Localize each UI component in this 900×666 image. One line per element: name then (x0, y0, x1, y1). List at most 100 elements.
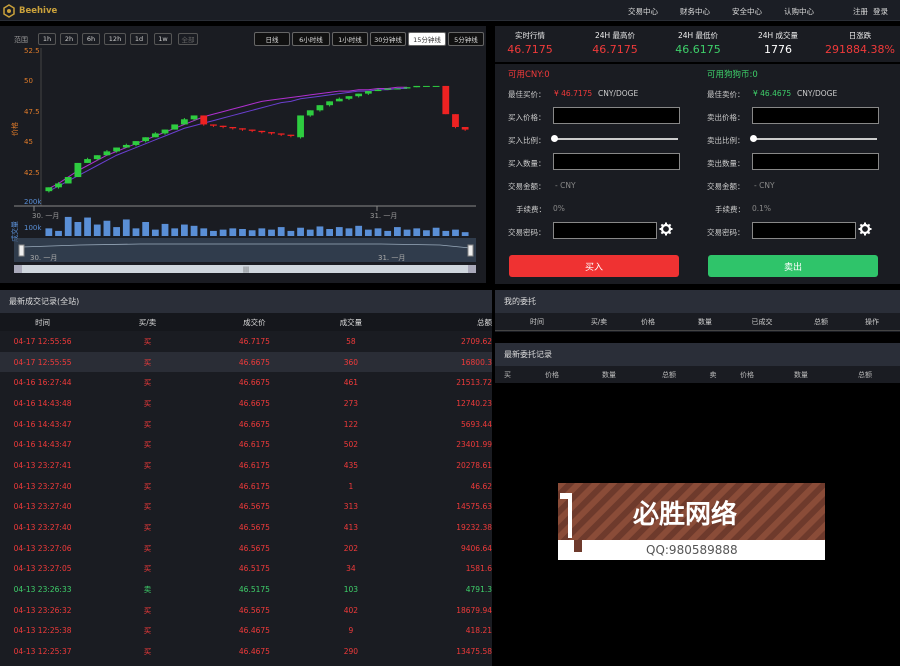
candle-body (219, 125, 227, 127)
volume-bar (287, 230, 295, 236)
col-header-volume: 成交量 (339, 317, 363, 327)
trade-time: 04-13 23:27:41 (13, 460, 72, 470)
trade-side: 买 (143, 605, 152, 615)
candle-body (306, 110, 314, 116)
sell-fee-label: 手续费： (715, 205, 745, 214)
trade-side: 买 (143, 523, 152, 533)
candle-body (74, 162, 82, 178)
ad-title: 必胜网络 (633, 499, 737, 530)
trade-time: 04-13 12:25:38 (13, 626, 72, 636)
trade-total: 4791.3 (465, 585, 492, 595)
volume-bar (403, 229, 411, 236)
volume-bar (326, 229, 334, 236)
recent-orders-panel: 最新委托记录 买 价格 数量 总额 卖 价格 数量 总额 (495, 343, 900, 383)
hexagon-logo-icon (3, 3, 15, 18)
buy-fee-label: 手续费： (516, 205, 546, 214)
buy-ratio-slider[interactable] (555, 138, 678, 140)
candle-body (45, 187, 53, 192)
volume-bar (258, 228, 266, 236)
y-axis-label: 价格 (10, 122, 19, 136)
trade-price: 46.4675 (238, 626, 270, 636)
trade-total: 14575.63 (456, 502, 492, 512)
candle-body (248, 129, 256, 131)
buy-ratio-slider-handle[interactable] (551, 135, 558, 142)
trade-price: 46.5175 (238, 564, 270, 574)
volume-bar (64, 216, 72, 236)
x-tick-label: 30. 一月 (32, 212, 59, 220)
gear-icon[interactable] (858, 222, 872, 236)
ad-banner[interactable]: 必胜网络 QQ:980589888 (558, 483, 825, 560)
trade-row: 04-13 23:27:40 买 46.6175 1 46.62 (0, 476, 492, 497)
trade-price: 46.6675 (238, 398, 270, 408)
trade-volume: 58 (346, 336, 356, 346)
market-ticker: 实时行情 46.7175 24H 最高价 46.7175 24H 最低价 46.… (495, 26, 900, 62)
moving-average-line (48, 88, 408, 192)
col-header-sell: 卖 (709, 371, 717, 379)
trade-volume: 313 (343, 502, 359, 512)
sell-price-input[interactable] (752, 107, 879, 124)
volume-bar (345, 228, 353, 236)
trade-row: 04-17 12:55:55 买 46.6675 360 16800.3 (0, 351, 492, 373)
moving-average-line (48, 86, 408, 190)
volume-bar (132, 228, 140, 236)
sell-total-label: 交易金额： (707, 182, 745, 191)
volume-bar (151, 229, 159, 236)
ticker-label: 24H 成交量 (757, 31, 799, 40)
ticker-item-24h-low: 24H 最低价 46.6175 (662, 30, 734, 56)
candle-body (258, 130, 266, 133)
candle-body (442, 85, 450, 115)
nav-link-security-center[interactable]: 安全中心 (732, 6, 762, 17)
candle-body (239, 128, 246, 130)
sell-button[interactable]: 卖出 (708, 255, 878, 277)
nav-link-trade-center[interactable]: 交易中心 (628, 6, 658, 17)
sell-amount-input[interactable] (752, 153, 879, 170)
ticker-value: 291884.38% (825, 43, 895, 56)
y-tick-label: 50 (24, 77, 33, 85)
volume-bar (142, 222, 150, 236)
buy-amount-input[interactable] (553, 153, 680, 170)
trade-row: 04-13 23:27:41 买 46.6175 435 20278.61 (0, 455, 492, 476)
volume-bar (297, 227, 304, 236)
trade-side: 买 (143, 502, 152, 512)
candle-body (142, 137, 150, 142)
trade-row: 04-13 23:26:33 卖 46.5175 103 4791.3 (0, 579, 492, 600)
buy-price-input[interactable] (553, 107, 680, 124)
nav-link-subscription-center[interactable]: 认购中心 (784, 6, 814, 17)
trade-total: 2709.62 (460, 336, 492, 346)
buy-password-label: 交易密码： (508, 228, 546, 237)
trade-side: 买 (143, 564, 152, 574)
trade-time: 04-16 14:43:47 (13, 440, 72, 450)
col-header-total: 总额 (477, 317, 492, 327)
col-header-total: 总额 (662, 371, 676, 379)
sell-ratio-slider-handle[interactable] (750, 135, 757, 142)
my-orders-panel: 我的委托 时间 买/卖 价格 数量 已成交 总额 操作 (495, 290, 900, 332)
brand-logo[interactable]: Beehive (0, 2, 70, 19)
trade-row: 04-13 12:25:38 买 46.4675 9 418.21 (0, 621, 492, 642)
trade-time: 04-16 16:27:44 (13, 378, 72, 388)
trade-volume: 290 (343, 647, 359, 657)
nav-link-finance-center[interactable]: 财务中心 (680, 6, 710, 17)
sell-password-input[interactable] (752, 222, 856, 239)
candle-body (180, 119, 188, 125)
volume-bar (432, 227, 440, 236)
gear-icon[interactable] (659, 222, 673, 236)
volume-bar (113, 227, 121, 236)
buy-ratio-label: 买入比例： (508, 136, 546, 145)
trade-volume: 461 (343, 378, 359, 388)
sell-ratio-slider[interactable] (754, 138, 877, 140)
latest-trades-panel: 最新成交记录(全站) 时间 买/卖 成交价 成交量 总额 04-17 12:55… (0, 290, 492, 666)
candlestick-chart[interactable]: 52.5 50 47.5 45 42.5 价格 30. 一月 31. 一月 20… (0, 26, 486, 283)
trade-total: 16800.3 (460, 357, 492, 367)
nav-link-login[interactable]: 登录 (873, 6, 888, 17)
trade-price: 46.6675 (238, 357, 270, 367)
buy-button[interactable]: 买入 (509, 255, 679, 277)
volume-bar (210, 230, 217, 236)
ticker-item-24h-high: 24H 最高价 46.7175 (579, 30, 651, 56)
nav-link-register[interactable]: 注册 (853, 6, 868, 17)
trade-price: 46.5675 (238, 605, 270, 615)
candle-body (423, 85, 430, 87)
volume-bar (423, 230, 430, 236)
buy-password-input[interactable] (553, 222, 657, 239)
volume-bar (355, 225, 363, 236)
candle-body (190, 115, 198, 120)
